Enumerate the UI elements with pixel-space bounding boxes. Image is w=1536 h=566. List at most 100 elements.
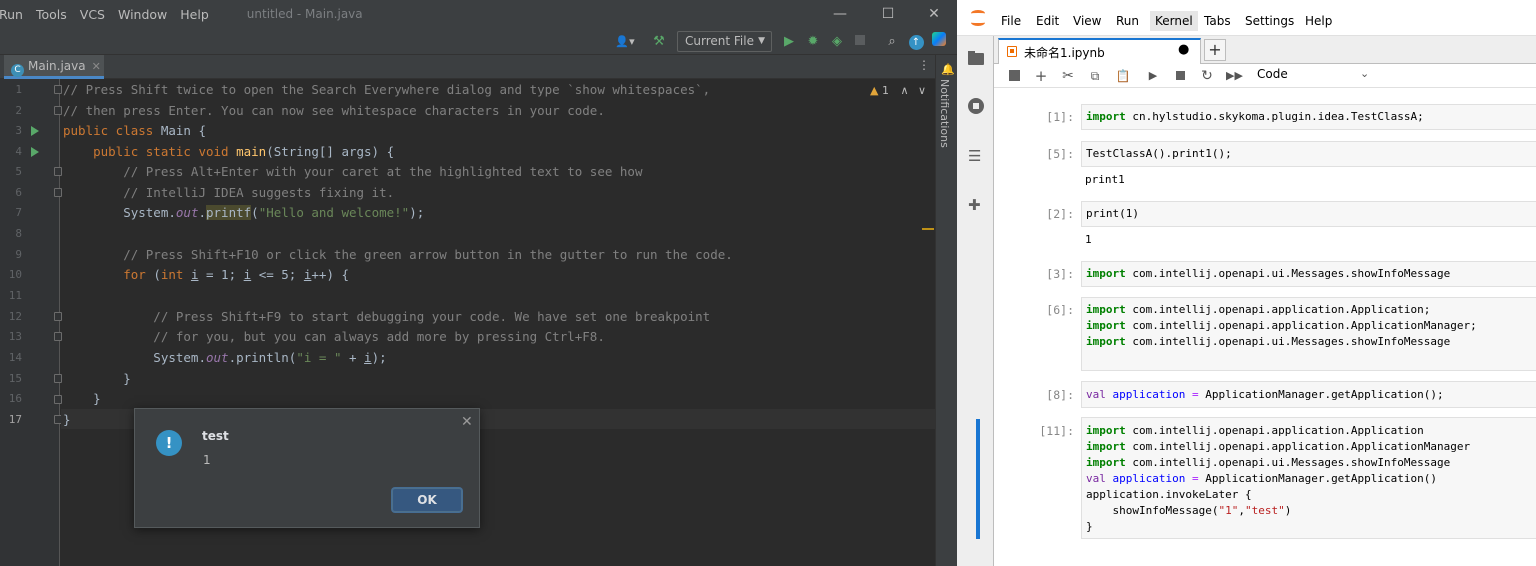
stop-icon[interactable] bbox=[853, 32, 867, 51]
menu-vcs[interactable]: VCS bbox=[80, 7, 105, 22]
line-number: 6 bbox=[15, 186, 22, 199]
tab-notebook[interactable]: 未命名1.ipynb ● bbox=[998, 38, 1201, 64]
menu-run[interactable]: Run bbox=[0, 7, 23, 22]
code-cell[interactable]: print(1) bbox=[1081, 201, 1536, 227]
build-hammer-icon[interactable]: ⚒ bbox=[650, 32, 668, 51]
line-number: 3 bbox=[15, 124, 22, 137]
ide-toolbar: 👤▾ ⚒ Current File ▼ ▶ ✹ ◈ ⌕ ↑ bbox=[0, 28, 957, 55]
copy-icon[interactable]: ⧉ bbox=[1087, 68, 1103, 84]
code-line: System.out.println("i = " + i); bbox=[63, 350, 387, 365]
user-icon[interactable]: 👤▾ bbox=[612, 32, 638, 51]
code-line: // Press Shift+F9 to start debugging you… bbox=[63, 309, 711, 324]
interrupt-kernel-icon[interactable] bbox=[1172, 68, 1188, 84]
menu-run[interactable]: Run bbox=[1116, 13, 1139, 29]
add-cell-icon[interactable]: + bbox=[1033, 68, 1049, 84]
cell-source: import com.intellij.openapi.ui.Messages.… bbox=[1086, 267, 1451, 280]
dialog-title: test bbox=[202, 429, 229, 443]
search-icon[interactable]: ⌕ bbox=[884, 32, 900, 51]
chevron-up-icon[interactable]: ∧ bbox=[900, 84, 908, 97]
run-gutter-icon[interactable] bbox=[31, 147, 39, 157]
menu-settings[interactable]: Settings bbox=[1245, 13, 1294, 29]
table-of-contents-icon[interactable]: ☰ bbox=[968, 148, 984, 164]
debug-bug-icon[interactable]: ✹ bbox=[805, 32, 821, 51]
code-cell[interactable]: import com.intellij.openapi.application.… bbox=[1081, 297, 1536, 371]
chevron-down-icon[interactable]: ⌄ bbox=[1360, 67, 1369, 80]
save-icon[interactable] bbox=[1006, 68, 1022, 84]
line-number: 7 bbox=[15, 206, 22, 219]
right-tool-strip: 🔔 Notifications bbox=[935, 55, 957, 566]
code-cell[interactable]: val application = ApplicationManager.get… bbox=[1081, 381, 1536, 408]
running-stop-icon[interactable] bbox=[968, 98, 984, 114]
tab-label: 未命名1.ipynb bbox=[1024, 46, 1105, 60]
code-line: // Press Alt+Enter with your caret at th… bbox=[63, 164, 643, 179]
cell-prompt: [1]: bbox=[1046, 110, 1074, 124]
cell-source: val application = ApplicationManager.get… bbox=[1086, 388, 1444, 401]
update-icon[interactable]: ↑ bbox=[908, 32, 924, 51]
menu-view[interactable]: View bbox=[1073, 13, 1101, 29]
menu-kernel[interactable]: Kernel bbox=[1150, 11, 1198, 31]
close-icon[interactable]: ✕ bbox=[461, 414, 473, 430]
plugin-logo-icon[interactable] bbox=[931, 32, 947, 51]
bell-icon[interactable]: 🔔 bbox=[941, 63, 955, 76]
close-window-button[interactable]: ✕ bbox=[922, 4, 946, 24]
code-line: // IntelliJ IDEA suggests fixing it. bbox=[63, 185, 395, 200]
warning-icon: ▲ bbox=[870, 84, 879, 97]
code-line: // for you, but you can always add more … bbox=[63, 329, 605, 344]
code-cell[interactable]: import cn.hylstudio.skykoma.plugin.idea.… bbox=[1081, 104, 1536, 130]
menu-help[interactable]: Help bbox=[180, 7, 209, 22]
coverage-icon[interactable]: ◈ bbox=[829, 32, 845, 51]
tab-main-java[interactable]: C Main.java ✕ bbox=[4, 55, 104, 79]
jupyter-menu-bar: File Edit View Run Kernel Tabs Settings … bbox=[957, 0, 1536, 36]
ide-menu-bar: Run Tools VCS Window Help untitled - Mai… bbox=[0, 0, 957, 28]
inspection-widget[interactable]: ▲ 1 ∧ ∨ bbox=[870, 84, 926, 97]
chevron-down-icon[interactable]: ∨ bbox=[918, 84, 926, 97]
line-number: 15 bbox=[8, 372, 22, 385]
cell-type-select[interactable]: Code bbox=[1257, 67, 1288, 81]
menu-file[interactable]: File bbox=[1001, 13, 1021, 29]
restart-kernel-icon[interactable]: ↻ bbox=[1199, 68, 1215, 84]
line-number: 14 bbox=[8, 351, 22, 364]
run-gutter-icon[interactable] bbox=[31, 126, 39, 136]
line-number: 12 bbox=[8, 310, 22, 323]
cell-source: import com.intellij.openapi.ui.Messages.… bbox=[1086, 335, 1451, 348]
java-class-icon: C bbox=[11, 64, 24, 77]
code-cell[interactable]: TestClassA().print1(); bbox=[1081, 141, 1536, 167]
cell-source: import com.intellij.openapi.application.… bbox=[1086, 440, 1471, 453]
cell-output: print1 bbox=[1085, 173, 1125, 186]
menu-tabs[interactable]: Tabs bbox=[1204, 13, 1231, 29]
more-options-icon[interactable]: ⋮ bbox=[918, 58, 930, 72]
menu-help[interactable]: Help bbox=[1305, 13, 1332, 29]
run-icon[interactable]: ▶ bbox=[781, 32, 797, 51]
ok-button[interactable]: OK bbox=[392, 488, 462, 512]
cell-source: print(1) bbox=[1086, 207, 1139, 220]
new-launcher-button[interactable]: + bbox=[1204, 39, 1226, 61]
tab-label: Main.java bbox=[28, 59, 86, 73]
cell-prompt: [5]: bbox=[1046, 147, 1074, 161]
info-message-dialog: ! test 1 ✕ OK bbox=[134, 408, 480, 528]
menu-tools[interactable]: Tools bbox=[36, 7, 67, 22]
cut-icon[interactable]: ✂ bbox=[1060, 68, 1076, 84]
cell-source: val application = ApplicationManager.get… bbox=[1086, 472, 1438, 485]
code-cell[interactable]: import com.intellij.openapi.ui.Messages.… bbox=[1081, 261, 1536, 287]
intellij-window: Run Tools VCS Window Help untitled - Mai… bbox=[0, 0, 957, 566]
notifications-tool-window-button[interactable]: Notifications bbox=[938, 79, 951, 148]
paste-icon[interactable]: 📋 bbox=[1115, 68, 1131, 84]
line-number: 5 bbox=[15, 165, 22, 178]
restart-run-all-icon[interactable]: ▶▶ bbox=[1226, 68, 1243, 84]
unsaved-indicator[interactable]: ● bbox=[1178, 42, 1189, 57]
run-cell-icon[interactable]: ▶ bbox=[1145, 68, 1161, 84]
minimize-button[interactable]: — bbox=[828, 4, 852, 24]
menu-edit[interactable]: Edit bbox=[1036, 13, 1059, 29]
jupyter-logo-icon bbox=[971, 9, 985, 27]
extension-puzzle-icon[interactable]: ✚ bbox=[968, 197, 984, 213]
cell-source: import com.intellij.openapi.application.… bbox=[1086, 303, 1431, 316]
maximize-button[interactable]: ☐ bbox=[876, 4, 900, 24]
folder-icon[interactable] bbox=[968, 50, 984, 66]
run-configuration-select[interactable]: Current File ▼ bbox=[677, 31, 772, 52]
code-line: } bbox=[63, 412, 71, 427]
menu-window[interactable]: Window bbox=[118, 7, 167, 22]
warning-stripe-marker[interactable] bbox=[922, 228, 934, 230]
code-cell-active[interactable]: import com.intellij.openapi.application.… bbox=[1081, 417, 1536, 539]
close-tab-icon[interactable]: ✕ bbox=[92, 60, 101, 73]
window-title: untitled - Main.java bbox=[246, 7, 363, 21]
